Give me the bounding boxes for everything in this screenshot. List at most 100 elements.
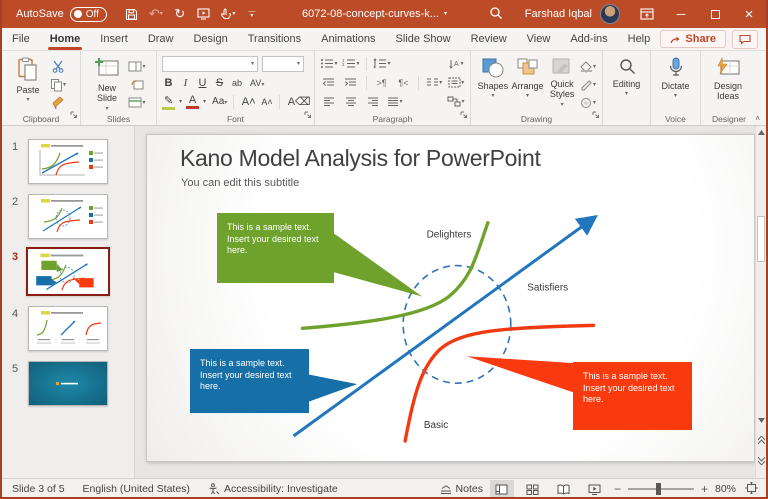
clipboard-dialog-launcher-icon[interactable] [70,106,78,124]
align-right-icon[interactable] [364,94,382,109]
new-slide-button[interactable]: New Slide ▾ [86,55,128,112]
undo-icon[interactable]: ↶▾ [145,4,167,24]
align-left-icon[interactable] [320,94,338,109]
cut-icon[interactable] [49,59,67,74]
collapse-ribbon-icon[interactable]: ˄ [755,114,760,123]
share-button[interactable]: Share [660,30,726,48]
tab-animations[interactable]: Animations [311,28,385,50]
slide-indicator[interactable]: Slide 3 of 5 [12,483,65,495]
customize-qat-icon[interactable]: —▾ [241,4,263,24]
slideshow-view-button[interactable] [583,480,607,499]
autosave-toggle[interactable]: Off [70,7,107,22]
zoom-in-button[interactable]: + [701,482,708,496]
tab-slide-show[interactable]: Slide Show [386,28,461,50]
maximize-button[interactable] [698,0,732,28]
paste-button[interactable]: Paste ▾ [7,55,49,103]
arrange-button[interactable]: Arrange ▾ [510,55,546,99]
normal-view-button[interactable] [490,480,514,499]
text-direction-icon[interactable]: A▾ [447,56,465,71]
tab-transitions[interactable]: Transitions [238,28,311,50]
section-icon[interactable]: ▾ [128,95,146,110]
font-dialog-launcher-icon[interactable] [304,106,312,124]
shape-fill-icon[interactable]: ▾ [579,59,597,74]
shapes-button[interactable]: Shapes ▾ [476,55,510,99]
thumbnail-slide-5[interactable]: 5 [2,361,134,406]
format-painter-icon[interactable] [49,95,67,110]
rtl-paragraph-icon[interactable]: ¶< [395,75,413,90]
tab-review[interactable]: Review [461,28,517,50]
tab-home[interactable]: Home [40,28,91,50]
vertical-scrollbar[interactable] [755,126,766,478]
redo-icon[interactable]: ↻ [169,4,191,24]
dictate-button[interactable]: Dictate ▾ [656,55,695,99]
font-color-button[interactable]: A [186,94,199,109]
document-title[interactable]: 6072-08-concept-curves-k... [302,8,439,20]
blue-callout[interactable]: This is a sample text. Insert your desir… [190,349,309,413]
next-slide-icon[interactable] [758,452,765,470]
notes-button[interactable]: Notes [440,483,483,495]
title-dropdown-icon[interactable]: ▾ [444,11,447,17]
ribbon-display-options-icon[interactable] [630,0,664,28]
zoom-level[interactable]: 80% [715,483,736,495]
highlight-color-button[interactable]: ✎ [162,94,175,110]
touch-mouse-mode-icon[interactable]: ▾ [217,4,239,24]
text-shadow-button[interactable]: ab [230,78,244,88]
search-icon[interactable] [481,6,511,23]
accessibility-status[interactable]: Accessibility: Investigate [208,483,338,495]
decrease-indent-icon[interactable] [320,75,338,90]
character-spacing-button[interactable]: AV▾ [248,78,266,88]
copy-icon[interactable]: ▾ [49,77,67,92]
previous-slide-icon[interactable] [758,431,765,449]
reset-slide-icon[interactable] [128,77,146,92]
save-icon[interactable] [121,4,143,24]
scroll-down-icon[interactable] [758,410,765,428]
thumbnail-slide-2[interactable]: 2 [2,194,134,239]
numbering-icon[interactable]: 12▾ [342,56,360,71]
scroll-up-icon[interactable] [756,126,766,139]
thumbnail-slide-1[interactable]: 1 [2,139,134,184]
thumbnail-slide-4[interactable]: 4 [2,306,134,351]
justify-icon[interactable]: ▾ [386,94,404,109]
zoom-slider-thumb[interactable] [656,483,661,495]
font-size-select[interactable]: ▾ [262,56,304,72]
columns-icon[interactable]: ▾ [425,75,443,90]
tab-file[interactable]: File [2,28,40,50]
reading-view-button[interactable] [552,480,576,499]
tab-insert[interactable]: Insert [90,28,138,50]
strikethrough-button[interactable]: S [213,77,226,89]
drawing-dialog-launcher-icon[interactable] [592,106,600,124]
underline-button[interactable]: U [196,77,209,89]
design-ideas-button[interactable]: Design Ideas [706,55,750,102]
slide-sorter-view-button[interactable] [521,480,545,499]
shape-outline-icon[interactable]: ▾ [579,77,597,92]
comments-button[interactable] [732,30,758,49]
increase-font-size-button[interactable]: A˄ [240,96,256,108]
slide-canvas[interactable]: Kano Model Analysis for PowerPoint You c… [146,134,755,462]
line-spacing-icon[interactable]: ▾ [373,56,391,71]
close-button[interactable]: × [732,0,766,28]
ltr-paragraph-icon[interactable]: >¶ [373,75,391,90]
satisfiers-label[interactable]: Satisfiers [527,282,568,293]
align-center-icon[interactable] [342,94,360,109]
thumbnail-slide-3-selected[interactable]: 3 [2,249,134,296]
minimize-button[interactable]: ─ [664,0,698,28]
slide-layout-icon[interactable]: ▾ [128,59,146,74]
green-callout[interactable]: This is a sample text. Insert your desir… [217,213,334,283]
font-name-select[interactable]: ▾ [162,56,258,72]
italic-button[interactable]: I [179,77,192,89]
zoom-slider[interactable] [628,488,694,490]
avatar[interactable] [600,4,620,24]
start-slideshow-icon[interactable] [193,4,215,24]
fit-slide-to-window-icon[interactable] [745,482,758,497]
editing-button[interactable]: Editing ▾ [608,55,645,97]
quick-styles-button[interactable]: Quick Styles ▾ [545,55,579,108]
change-case-button[interactable]: Aa▾ [210,96,227,107]
tab-draw[interactable]: Draw [138,28,184,50]
increase-indent-icon[interactable] [342,75,360,90]
tab-view[interactable]: View [517,28,561,50]
tab-design[interactable]: Design [183,28,237,50]
decrease-font-size-button[interactable]: A˄ [259,97,273,107]
align-text-icon[interactable]: ▾ [447,75,465,90]
tab-help[interactable]: Help [618,28,661,50]
red-callout[interactable]: This is a sample text. Insert your desir… [573,362,692,430]
